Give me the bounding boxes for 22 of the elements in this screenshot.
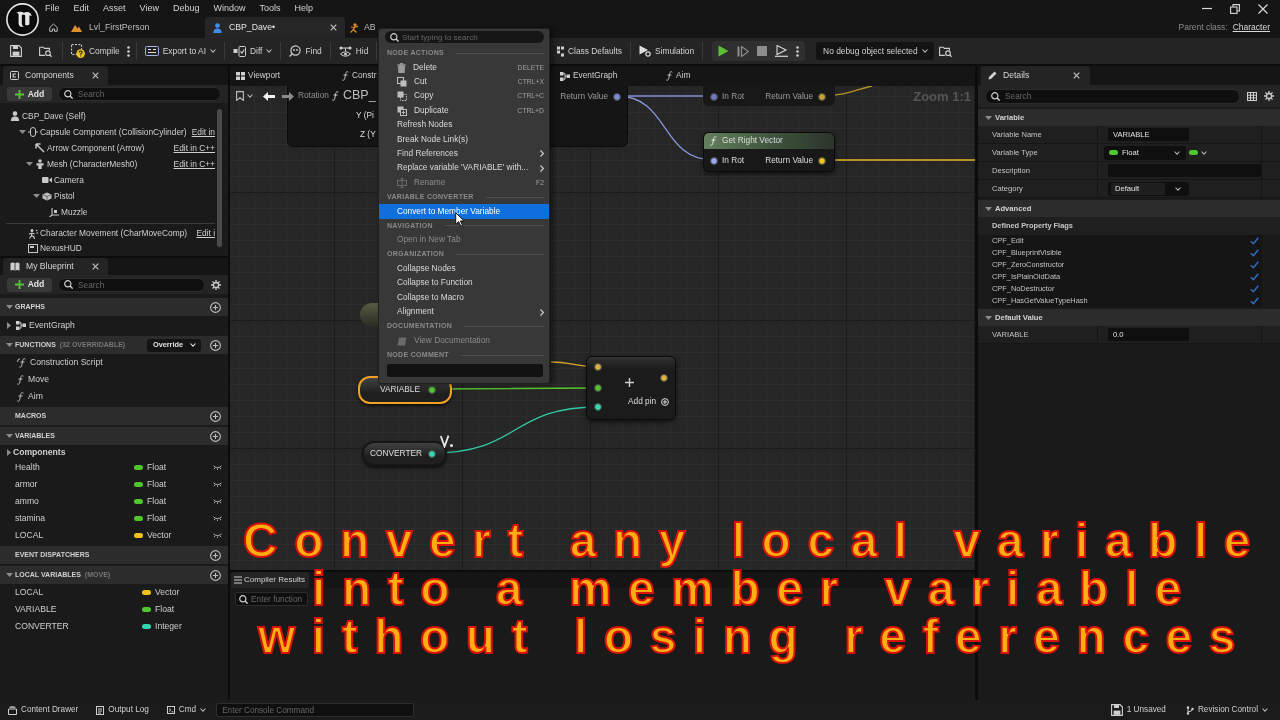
pin-label: In Rot	[722, 156, 745, 166]
variable-type: Float	[147, 496, 167, 507]
parent-class-label: Parent class:	[1178, 22, 1228, 33]
variable-type: Float	[147, 462, 167, 473]
pin-label: Z (Y	[360, 130, 376, 140]
pin-label: Return Value	[765, 156, 813, 166]
variable-type: Float	[147, 479, 167, 490]
pin-label: Return Value	[765, 92, 813, 102]
pin-label: Rotation	[298, 91, 329, 101]
caption-line: into a member variable	[312, 569, 1198, 617]
variable-type: Float	[155, 604, 175, 615]
pin-label: In Rot	[722, 92, 745, 102]
pin-label: Y (Pi	[356, 111, 374, 121]
variable-type: Float	[147, 513, 167, 524]
caption-line: without losing references	[258, 617, 1252, 665]
breadcrumb-title: CBP_	[343, 88, 376, 103]
variable-type: Integer	[155, 621, 182, 632]
pin-label: Return Value	[560, 92, 608, 102]
variable-type: Vector	[155, 587, 180, 598]
variable-type: Vector	[147, 530, 172, 541]
caption-line: Convert any local variable	[243, 521, 1267, 569]
node-title: Get Right Vector	[722, 136, 783, 146]
